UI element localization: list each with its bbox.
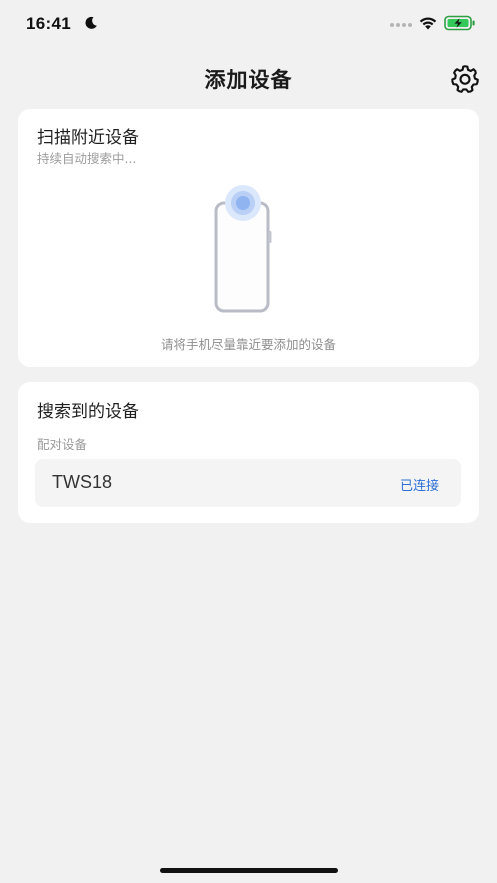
status-bar: 16:41 [0, 0, 497, 48]
scan-card-title: 扫描附近设备 [37, 128, 139, 148]
scan-nearby-card: 扫描附近设备 持续自动搜索中... 请将手机尽量靠近要添加的设备 [18, 109, 479, 367]
signal-icon [390, 23, 412, 27]
phone-scanning-icon [214, 185, 272, 313]
gear-icon [451, 65, 479, 93]
battery-charging-icon [444, 15, 475, 31]
home-indicator[interactable] [160, 868, 338, 873]
settings-button[interactable] [448, 62, 482, 96]
device-connection-status: 已连接 [399, 479, 439, 494]
page-title: 添加设备 [204, 68, 293, 92]
device-name: TWS18 [52, 472, 113, 492]
add-device-screen: 16:41 添加设备 扫描附近设备 持续自动搜索中... 请将手机尽量靠近要添加… [0, 0, 497, 883]
wifi-icon [419, 17, 437, 30]
paired-devices-label: 配对设备 [37, 437, 88, 452]
found-devices-card: 搜索到的设备 配对设备 TWS18 已连接 [18, 382, 479, 523]
scan-status-text: 持续自动搜索中... [37, 151, 137, 166]
moon-icon [85, 16, 97, 29]
found-card-title: 搜索到的设备 [37, 402, 139, 422]
status-time: 16:41 [26, 14, 71, 33]
device-row[interactable]: TWS18 已连接 [35, 459, 461, 507]
scan-hint-text: 请将手机尽量靠近要添加的设备 [160, 337, 336, 352]
